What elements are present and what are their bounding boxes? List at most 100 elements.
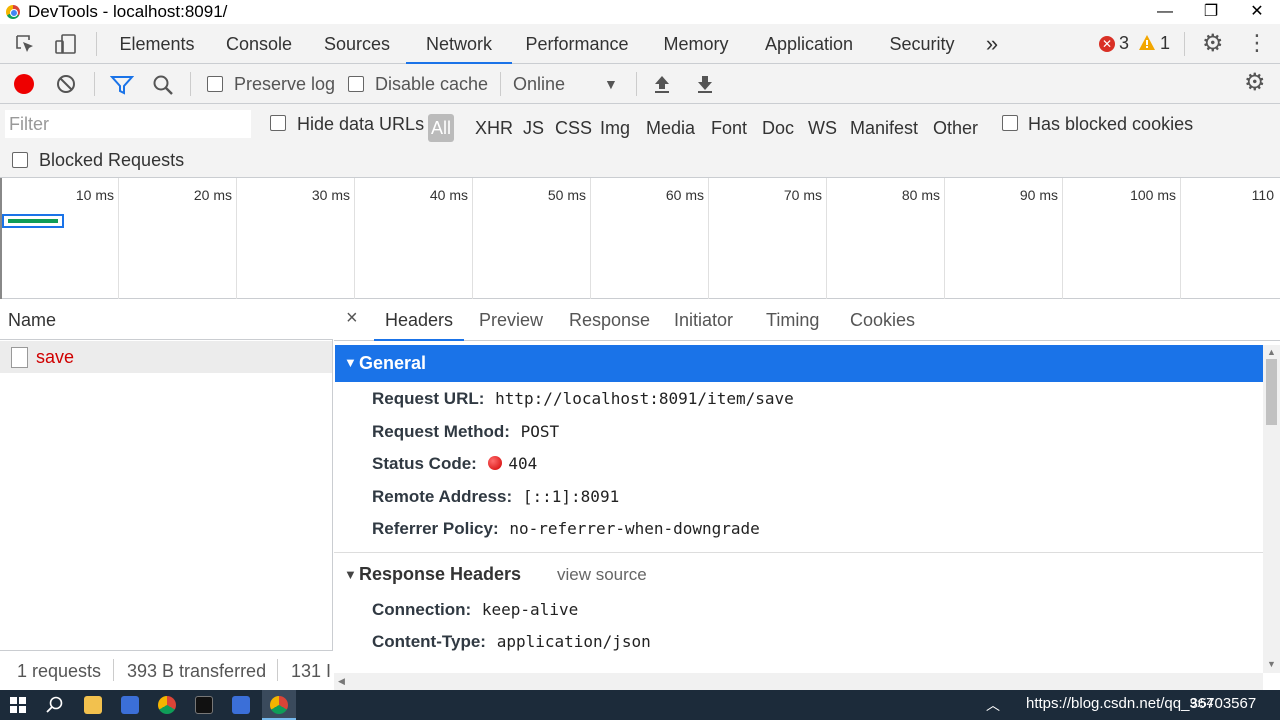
tab-network[interactable]: Network — [406, 24, 512, 64]
overview-tick-label: 70 ms — [783, 187, 822, 203]
scroll-left-icon[interactable]: ◀ — [338, 676, 345, 687]
overview-gridline — [826, 178, 827, 299]
overview-gridline — [1180, 178, 1181, 299]
type-filter-img[interactable]: Img — [600, 114, 630, 142]
type-filter-other[interactable]: Other — [933, 114, 978, 142]
chrome-taskbar-icon[interactable] — [158, 696, 176, 714]
overview-tick-label: 10 ms — [75, 187, 114, 203]
tab-headers[interactable]: Headers — [374, 300, 465, 341]
has-blocked-cookies-label[interactable]: Has blocked cookies — [1028, 114, 1193, 135]
chrome-active-task[interactable] — [262, 690, 296, 720]
overview-gridline — [708, 178, 709, 299]
type-filter-css[interactable]: CSS — [555, 114, 592, 142]
overview-gridline — [236, 178, 237, 299]
overview-tick-label: 40 ms — [429, 187, 468, 203]
request-name[interactable]: save — [36, 347, 74, 368]
device-toolbar-icon[interactable] — [54, 33, 78, 55]
disable-cache-label[interactable]: Disable cache — [375, 74, 488, 95]
search-icon[interactable] — [152, 74, 174, 96]
scrollbar-thumb[interactable] — [1266, 359, 1277, 425]
response-headers-section-header[interactable]: ▼ Response Headers view source — [335, 562, 1263, 590]
preserve-log-checkbox[interactable] — [207, 76, 223, 92]
close-detail-icon[interactable]: × — [346, 307, 358, 330]
windows-start-icon[interactable] — [10, 697, 26, 713]
type-filter-ws[interactable]: WS — [808, 114, 837, 142]
type-filter-font[interactable]: Font — [711, 114, 747, 142]
network-overview-timeline[interactable]: 10 ms 20 ms 30 ms 40 ms 50 ms 60 ms 70 ms 80 ms… — [0, 178, 1280, 299]
errors-count[interactable]: 3 — [1119, 33, 1129, 54]
throttle-select[interactable]: Online — [513, 74, 565, 95]
scroll-down-icon[interactable]: ▼ — [1267, 659, 1276, 669]
filter-icon[interactable] — [109, 74, 135, 96]
tab-security[interactable]: Security — [878, 24, 966, 64]
tab-sources[interactable]: Sources — [312, 24, 402, 64]
watermark-text: https://blog.csdn.net/qq_36703567 — [1026, 695, 1257, 712]
list-header[interactable]: Name — [0, 300, 333, 340]
header-key: Request URL: — [372, 389, 485, 408]
type-filter-manifest[interactable]: Manifest — [850, 114, 918, 142]
vertical-scrollbar[interactable]: ▲ ▼ — [1263, 345, 1280, 673]
header-row-request-method: Request Method: POST — [372, 422, 559, 442]
warning-icon[interactable] — [1138, 34, 1156, 52]
toolbar-separator — [1184, 32, 1185, 56]
type-filter-xhr[interactable]: XHR — [475, 114, 513, 142]
close-window-button[interactable]: ✕ — [1234, 0, 1280, 24]
chevron-down-icon[interactable]: ▼ — [604, 76, 618, 92]
hide-data-urls-label[interactable]: Hide data URLs — [297, 114, 424, 135]
has-blocked-cookies-checkbox[interactable] — [1002, 115, 1018, 131]
tab-response[interactable]: Response — [569, 300, 650, 341]
tab-cookies[interactable]: Cookies — [850, 300, 915, 341]
import-har-icon[interactable] — [652, 74, 672, 94]
filter-input[interactable]: Filter — [9, 114, 49, 135]
tab-memory[interactable]: Memory — [650, 24, 742, 64]
restore-button[interactable]: ❐ — [1188, 0, 1234, 24]
filter-input-box[interactable]: Filter — [5, 110, 251, 138]
type-filter-doc[interactable]: Doc — [762, 114, 794, 142]
disable-cache-checkbox[interactable] — [348, 76, 364, 92]
preserve-log-label[interactable]: Preserve log — [234, 74, 335, 95]
minimize-button[interactable]: — — [1142, 0, 1188, 24]
scroll-up-icon[interactable]: ▲ — [1267, 347, 1276, 357]
hide-data-urls-checkbox[interactable] — [270, 115, 286, 131]
type-filter-js[interactable]: JS — [523, 114, 544, 142]
intellij-icon[interactable] — [195, 696, 213, 714]
tab-timing[interactable]: Timing — [766, 300, 819, 341]
tab-initiator[interactable]: Initiator — [674, 300, 733, 341]
tab-preview[interactable]: Preview — [479, 300, 543, 341]
taskbar-search-icon[interactable] — [46, 696, 64, 714]
blocked-requests-checkbox[interactable] — [12, 152, 28, 168]
tab-performance[interactable]: Performance — [518, 24, 636, 64]
app-p2-icon[interactable] — [232, 696, 250, 714]
name-column-header[interactable]: Name — [8, 310, 56, 331]
tab-elements[interactable]: Elements — [108, 24, 206, 64]
overview-tick-label: 60 ms — [665, 187, 704, 203]
app-p-icon[interactable] — [121, 696, 139, 714]
table-row[interactable]: save — [0, 341, 332, 373]
header-value: POST — [520, 422, 560, 441]
request-overview-bar — [2, 214, 64, 228]
more-tabs-button[interactable]: » — [978, 24, 1006, 64]
file-explorer-icon[interactable] — [84, 696, 102, 714]
header-value: 404 — [508, 454, 538, 473]
export-har-icon[interactable] — [695, 74, 715, 94]
tab-console[interactable]: Console — [214, 24, 304, 64]
more-options-icon[interactable]: ⋮ — [1246, 32, 1268, 56]
record-icon[interactable] — [14, 74, 34, 94]
clear-icon[interactable] — [56, 74, 76, 94]
general-section-header[interactable]: ▼ General — [335, 345, 1263, 382]
tab-application[interactable]: Application — [756, 24, 862, 64]
error-icon[interactable]: ✕ — [1099, 36, 1115, 52]
view-source-link[interactable]: view source — [557, 565, 647, 585]
inspect-element-icon[interactable] — [14, 33, 36, 55]
tray-chevron-up-icon[interactable]: ︿ — [986, 695, 1000, 715]
toolbar-separator — [500, 72, 501, 96]
horizontal-scrollbar[interactable]: ◀ — [334, 673, 1263, 690]
overview-tick-label: 100 ms — [1130, 187, 1176, 203]
blocked-requests-label[interactable]: Blocked Requests — [39, 150, 184, 171]
network-settings-gear-icon[interactable]: ⚙ — [1244, 71, 1268, 96]
header-row-request-url: Request URL: http://localhost:8091/item/… — [372, 389, 794, 409]
settings-gear-icon[interactable]: ⚙ — [1202, 32, 1226, 57]
type-filter-all[interactable]: All — [428, 114, 455, 142]
warnings-count[interactable]: 1 — [1160, 33, 1170, 54]
type-filter-media[interactable]: Media — [646, 114, 695, 142]
